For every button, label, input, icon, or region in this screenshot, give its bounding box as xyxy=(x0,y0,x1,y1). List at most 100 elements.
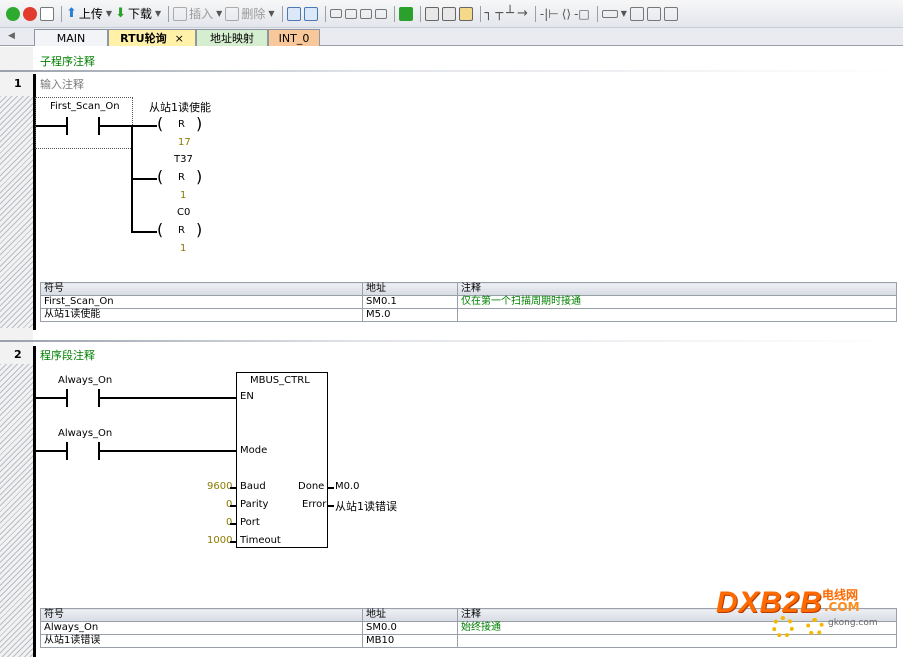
coil-left-paren: ( xyxy=(157,167,164,186)
insert-box-button[interactable]: -□ xyxy=(574,3,590,25)
toolbar-divider xyxy=(479,5,481,22)
pin-parity: Parity xyxy=(240,499,269,510)
unlock-icon xyxy=(441,6,456,21)
contact-icon: -|⊢ xyxy=(539,6,559,21)
coil-left-paren: ( xyxy=(157,220,164,239)
subroutine-comment[interactable]: 子程序注释 xyxy=(40,53,95,69)
coil-op: R xyxy=(178,172,185,183)
rung-wire xyxy=(36,450,66,452)
address-cell: SM0.1 xyxy=(362,295,458,309)
coil-op: R xyxy=(178,119,185,130)
insert-coil-button[interactable]: ⟨⟩ xyxy=(562,3,571,25)
coil-right-paren: ) xyxy=(196,167,203,186)
bookmark-icon xyxy=(329,9,342,18)
tab-rtu-polling[interactable]: RTU轮询 × xyxy=(108,29,196,46)
timeout-value[interactable]: 1000 xyxy=(207,535,232,546)
done-output[interactable]: M0.0 xyxy=(335,481,360,492)
properties-button[interactable] xyxy=(646,3,661,25)
down-line-icon: ┐ xyxy=(484,6,493,21)
contact-bar-left xyxy=(66,117,68,135)
watermark-url: gkong.com xyxy=(828,618,878,628)
prev-bookmark-button[interactable] xyxy=(344,3,357,25)
error-output[interactable]: 从站1读错误 xyxy=(335,498,397,514)
toolbar-divider xyxy=(281,5,283,22)
watermark-com: .COM xyxy=(824,600,860,614)
next-bookmark-button[interactable] xyxy=(359,3,372,25)
navigate-button[interactable] xyxy=(398,3,413,25)
address-cell: MB10 xyxy=(362,634,458,648)
column-header: 符号 xyxy=(40,282,363,296)
rung-wire xyxy=(99,397,236,399)
gear-icon xyxy=(806,618,824,636)
compile-button[interactable] xyxy=(40,3,54,25)
baud-value[interactable]: 9600 xyxy=(207,481,232,492)
toolbar-divider xyxy=(534,5,536,22)
toolbar-divider xyxy=(324,5,326,22)
toggle-addressing-button[interactable] xyxy=(286,3,301,25)
table-header-row: 符号 地址 注释 xyxy=(40,282,897,296)
watermark: DXB2B 电线网 .COM gkong.com xyxy=(716,586,896,650)
address-cell: SM0.0 xyxy=(362,621,458,635)
toolbar: ⬆ 上传 ▼ ⬇ 下载 ▼ 插入 ▼ 删除 ▼ ┐ ┬ ┴ → -|⊢ ⟨⟩ -… xyxy=(0,0,903,28)
remove-bookmark-button[interactable] xyxy=(374,3,387,25)
symbol-cell: 从站1读使能 xyxy=(40,308,363,322)
prev-bookmark-icon xyxy=(344,8,357,19)
right-arrow-icon: → xyxy=(516,6,528,21)
symbol-cell: Always_On xyxy=(40,621,363,635)
network-comment[interactable]: 程序段注释 xyxy=(40,347,95,363)
network-number: 2 xyxy=(14,348,22,361)
comment-cell xyxy=(457,308,897,322)
tab-label: RTU轮询 xyxy=(120,32,167,45)
tab-address-mapping[interactable]: 地址映射 xyxy=(196,29,268,46)
column-header: 注释 xyxy=(457,282,897,296)
stop-icon xyxy=(23,6,37,21)
address-cell: M5.0 xyxy=(362,308,458,322)
upload-button[interactable]: ⬆ 上传 ▼ xyxy=(66,3,112,25)
chevron-down-icon: ▼ xyxy=(216,9,223,18)
bookmark-button[interactable] xyxy=(329,3,342,25)
pin-stub xyxy=(230,541,236,543)
run-button[interactable] xyxy=(6,3,20,25)
compile-icon xyxy=(40,6,54,21)
delete-label: 删除 xyxy=(241,7,266,21)
pou-lock-all-button[interactable] xyxy=(458,3,473,25)
delete-button[interactable]: 删除 ▼ xyxy=(225,3,275,25)
lock-all-icon xyxy=(458,6,473,21)
tab-scroll-left-icon[interactable]: ◀ xyxy=(8,31,15,41)
status-button[interactable] xyxy=(663,3,678,25)
power-rail xyxy=(33,346,36,657)
column-header: 地址 xyxy=(362,608,458,622)
insert-contact-button[interactable]: -|⊢ xyxy=(540,3,559,25)
margin-hatch xyxy=(0,96,33,328)
contact-label: Always_On xyxy=(58,428,113,439)
insert-button[interactable]: 插入 ▼ xyxy=(173,3,222,25)
upload-icon: ⬆ xyxy=(66,6,77,21)
delete-icon xyxy=(225,6,240,21)
pou-protect-button[interactable] xyxy=(424,3,439,25)
tab-int0[interactable]: INT_0 xyxy=(268,29,320,46)
column-header: 地址 xyxy=(362,282,458,296)
insert-left-line-button[interactable]: ┴ xyxy=(506,3,514,25)
up-line-icon: ┬ xyxy=(495,6,504,21)
tab-main[interactable]: MAIN xyxy=(34,29,108,46)
network-comment[interactable]: 输入注释 xyxy=(40,76,84,92)
insert-down-line-button[interactable]: ┐ xyxy=(485,3,493,25)
symbol-table: 符号 地址 注释 First_Scan_On SM0.1 仅在第一个扫描周期时接… xyxy=(40,282,897,322)
insert-right-line-button[interactable]: → xyxy=(517,3,528,25)
symbol-table-button[interactable] xyxy=(629,3,644,25)
comment-toggle-button[interactable]: ▼ xyxy=(601,3,627,25)
insert-up-line-button[interactable]: ┬ xyxy=(495,3,503,25)
stop-button[interactable] xyxy=(23,3,37,25)
close-icon[interactable]: × xyxy=(175,32,184,45)
pou-unprotect-button[interactable] xyxy=(441,3,456,25)
rung-wire xyxy=(131,178,157,180)
run-icon xyxy=(6,6,20,21)
download-button[interactable]: ⬇ 下载 ▼ xyxy=(115,3,161,25)
navigate-icon xyxy=(398,6,413,21)
table-row: First_Scan_On SM0.1 仅在第一个扫描周期时接通 xyxy=(40,295,897,309)
pin-en: EN xyxy=(240,391,254,402)
pin-stub xyxy=(328,505,334,507)
toggle-comments-button[interactable] xyxy=(303,3,318,25)
symbol-cell: 从站1读错误 xyxy=(40,634,363,648)
next-bookmark-icon xyxy=(359,8,372,19)
